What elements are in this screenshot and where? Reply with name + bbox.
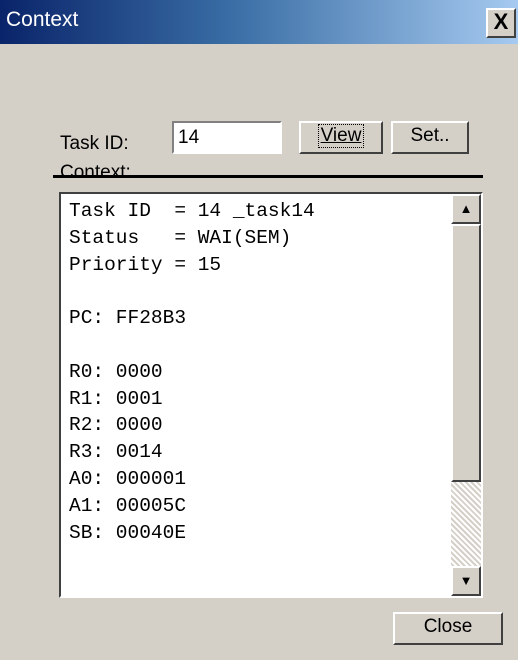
scrollbar-thumb[interactable] <box>451 224 481 482</box>
title-bar: Context X <box>0 0 518 44</box>
window-title: Context <box>6 8 79 31</box>
context-line: A1: 00005C <box>69 494 187 517</box>
context-line <box>69 332 429 359</box>
view-button-label: View <box>317 124 365 148</box>
context-line <box>69 278 429 305</box>
scroll-down-arrow-icon[interactable]: ▼ <box>451 566 481 596</box>
context-lines: Task ID = 14 _task14 Status = WAI(SEM) P… <box>69 198 429 546</box>
context-line: Priority = 15 <box>69 253 222 276</box>
context-textbox[interactable]: Task ID = 14 _task14 Status = WAI(SEM) P… <box>59 192 483 598</box>
context-line: A0: 000001 <box>69 467 187 490</box>
task-id-label: Task ID: <box>60 133 129 154</box>
close-button[interactable]: Close <box>393 612 503 645</box>
view-button[interactable]: View <box>299 121 383 154</box>
context-line: Task ID = 14 _task14 <box>69 200 315 222</box>
scroll-up-arrow-icon[interactable]: ▲ <box>451 194 481 224</box>
context-line: R0: 0000 <box>69 360 163 383</box>
context-line: R2: 0000 <box>69 414 163 437</box>
context-line: R3: 0014 <box>69 441 163 464</box>
set-button[interactable]: Set.. <box>391 121 469 154</box>
task-id-input[interactable] <box>172 121 282 154</box>
close-icon[interactable]: X <box>486 8 516 38</box>
context-line: PC: FF28B3 <box>69 307 187 330</box>
vertical-scrollbar[interactable]: ▲ ▼ <box>451 194 481 596</box>
context-line: SB: 00040E <box>69 521 187 544</box>
context-line: Status = WAI(SEM) <box>69 226 292 249</box>
context-label: Context: <box>60 162 131 183</box>
context-line: R1: 0001 <box>69 387 163 410</box>
